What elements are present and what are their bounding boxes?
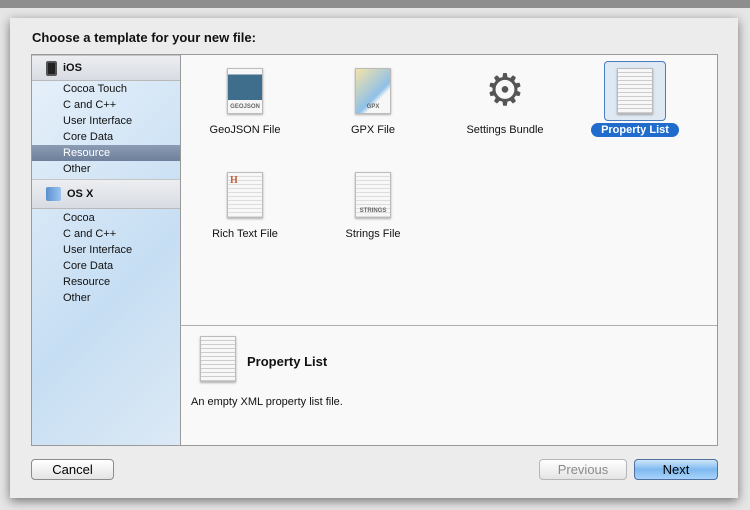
geojson-file-icon: GEOJSON bbox=[227, 68, 263, 114]
template-label: Property List bbox=[591, 123, 679, 137]
template-settings-bundle[interactable]: ⚙ Settings Bundle bbox=[445, 67, 565, 137]
template-label: Strings File bbox=[345, 228, 401, 240]
detail-description: An empty XML property list file. bbox=[191, 396, 343, 408]
template-detail: Property List An empty XML property list… bbox=[181, 326, 717, 446]
template-rich-text-file[interactable]: H Rich Text File bbox=[185, 171, 305, 241]
sidebar-item-ios-user-interface[interactable]: User Interface bbox=[32, 113, 180, 129]
sidebar-item-ios-c-cpp[interactable]: C and C++ bbox=[32, 97, 180, 113]
sidebar-item-osx-user-interface[interactable]: User Interface bbox=[32, 242, 180, 258]
sidebar-item-ios-other[interactable]: Other bbox=[32, 161, 180, 177]
template-label: GeoJSON File bbox=[209, 124, 281, 136]
new-file-dialog: Choose a template for your new file: iOS… bbox=[10, 18, 738, 498]
template-label: GPX File bbox=[350, 124, 395, 136]
finder-icon bbox=[46, 187, 61, 201]
next-button[interactable]: Next bbox=[634, 459, 718, 480]
template-label: Settings Bundle bbox=[466, 124, 544, 136]
previous-button[interactable]: Previous bbox=[539, 459, 627, 480]
sidebar-item-ios-core-data[interactable]: Core Data bbox=[32, 129, 180, 145]
property-list-file-icon bbox=[200, 336, 236, 382]
sidebar-item-ios-cocoa-touch[interactable]: Cocoa Touch bbox=[32, 81, 180, 97]
sidebar-group-ios: iOS bbox=[32, 55, 180, 81]
template-property-list[interactable]: Property List bbox=[575, 61, 695, 137]
sidebar-item-osx-resource[interactable]: Resource bbox=[32, 274, 180, 290]
background-window-titlebar bbox=[0, 0, 750, 8]
gear-icon: ⚙ bbox=[485, 66, 525, 115]
template-label: Rich Text File bbox=[212, 228, 278, 240]
sidebar-item-osx-cocoa[interactable]: Cocoa bbox=[32, 210, 180, 226]
template-strings-file[interactable]: STRINGS Strings File bbox=[313, 171, 433, 241]
dialog-title: Choose a template for your new file: bbox=[32, 30, 256, 45]
sidebar-item-osx-c-cpp[interactable]: C and C++ bbox=[32, 226, 180, 242]
detail-title: Property List bbox=[247, 354, 328, 369]
property-list-file-icon bbox=[617, 68, 653, 114]
sidebar-item-osx-other[interactable]: Other bbox=[32, 290, 180, 306]
strings-file-icon: STRINGS bbox=[355, 172, 391, 218]
cancel-button[interactable]: Cancel bbox=[31, 459, 114, 480]
template-panel: GEOJSON GeoJSON File GPX GPX File ⚙ Sett… bbox=[180, 54, 718, 446]
sidebar-item-osx-core-data[interactable]: Core Data bbox=[32, 258, 180, 274]
template-gpx-file[interactable]: GPX GPX File bbox=[313, 67, 433, 137]
template-category-sidebar: iOS Cocoa Touch C and C++ User Interface… bbox=[31, 54, 181, 446]
group-label: OS X bbox=[67, 188, 94, 200]
iphone-icon bbox=[46, 60, 57, 76]
template-geojson-file[interactable]: GEOJSON GeoJSON File bbox=[185, 67, 305, 137]
rich-text-file-icon: H bbox=[227, 172, 263, 218]
sidebar-group-osx: OS X bbox=[32, 179, 180, 209]
template-grid: GEOJSON GeoJSON File GPX GPX File ⚙ Sett… bbox=[181, 55, 717, 325]
group-label: iOS bbox=[63, 62, 82, 74]
gpx-file-icon: GPX bbox=[355, 68, 391, 114]
sidebar-item-ios-resource[interactable]: Resource bbox=[32, 145, 180, 161]
